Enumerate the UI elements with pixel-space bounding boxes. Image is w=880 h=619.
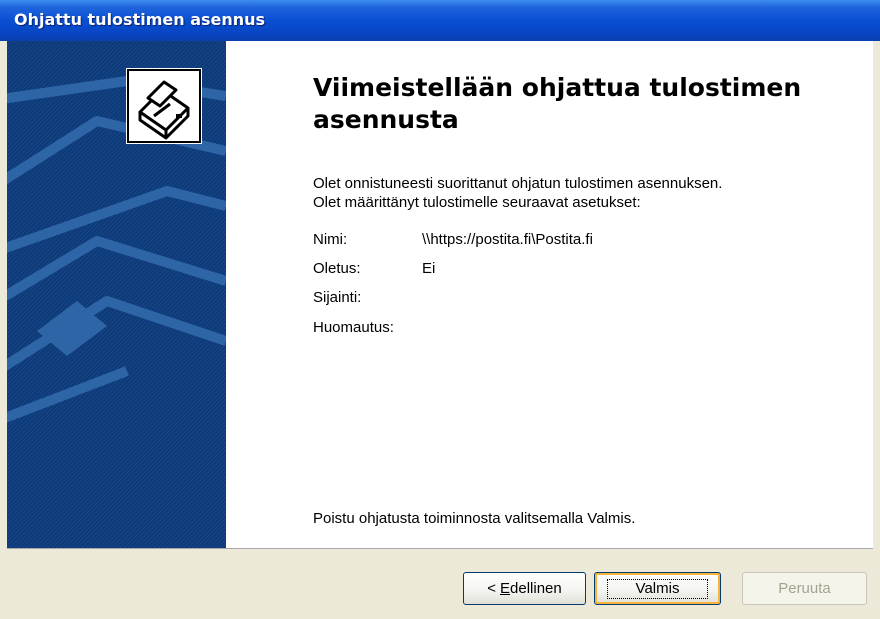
intro-text: Olet onnistuneesti suorittanut ohjatun t… [313, 174, 722, 212]
wizard-body: Viimeistellään ohjattua tulostimen asenn… [7, 41, 873, 548]
default-value: Ei [422, 260, 436, 277]
cancel-button[interactable]: Peruuta [742, 572, 867, 605]
side-banner [7, 41, 226, 548]
finish-note: Poistu ohjatusta toiminnosta valitsemall… [313, 510, 636, 527]
back-mnemonic: E [500, 580, 511, 597]
intro-line-2: Olet määrittänyt tulostimelle seuraavat … [313, 194, 641, 211]
title-bar[interactable]: Ohjattu tulostimen asennus [0, 0, 880, 41]
comment-label: Huomautus: [313, 319, 394, 336]
back-label: dellinen [510, 580, 562, 597]
printer-icon [126, 68, 202, 144]
cancel-label: Peruuta [778, 580, 831, 597]
finish-label: Valmis [606, 579, 709, 599]
window-title: Ohjattu tulostimen asennus [14, 10, 266, 29]
button-bar: < Edellinen Valmis Peruuta [7, 548, 873, 619]
default-label: Oletus: [313, 260, 361, 277]
finish-button[interactable]: Valmis [594, 572, 721, 605]
back-arrow-icon: < [487, 580, 497, 597]
wizard-window: Ohjattu tulostimen asennus Viimeistellää… [0, 0, 880, 619]
page-heading: Viimeistellään ohjattua tulostimen asenn… [313, 73, 802, 134]
wizard-content: Viimeistellään ohjattua tulostimen asenn… [233, 41, 873, 548]
name-label: Nimi: [313, 231, 348, 248]
back-button[interactable]: < Edellinen [463, 572, 586, 605]
intro-line-1: Olet onnistuneesti suorittanut ohjatun t… [313, 175, 723, 192]
name-value: \\https://postita.fi\Postita.fi [422, 231, 593, 248]
location-label: Sijainti: [313, 289, 362, 306]
